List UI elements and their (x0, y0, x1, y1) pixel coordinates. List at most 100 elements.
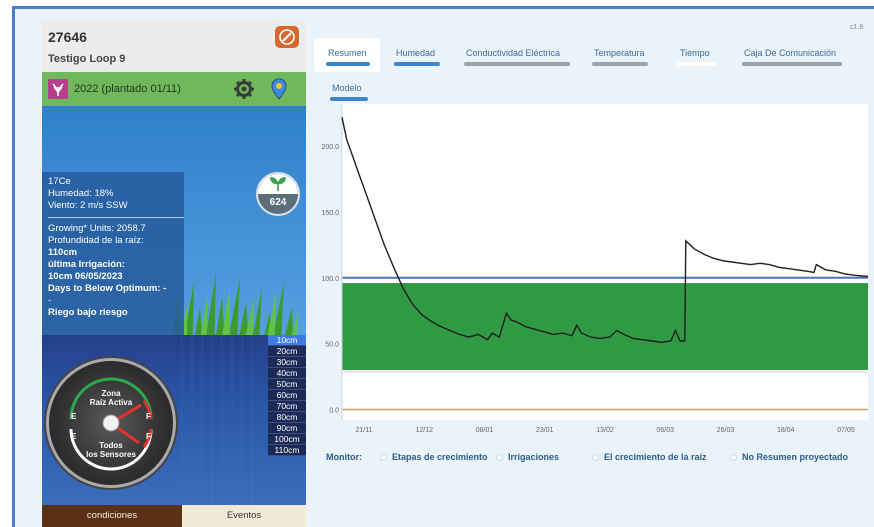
depth-option[interactable]: 100cm (268, 434, 306, 445)
root-depth-value: 110cm (48, 247, 78, 258)
depth-option[interactable]: 60cm (268, 390, 306, 401)
station-panel: 27646 Testigo Loop 9 2022 (plantado 01/1… (42, 20, 306, 527)
x-tick-label: 18/04 (777, 427, 795, 434)
x-tick-label: 12/12 (415, 427, 433, 434)
tab-underline (326, 62, 370, 66)
gauge-top-line2: Raíz Activa (90, 398, 133, 407)
monitor-toggle-label: No Resumen proyectado (742, 452, 849, 462)
tab-underline (394, 62, 440, 66)
humidity-text: Humedad: 18% (48, 188, 114, 199)
gauge-hub (102, 414, 120, 432)
y-tick-label: 150.0 (321, 210, 339, 217)
toggle-dot-icon (592, 454, 599, 461)
temperature-text: 17Ce (48, 176, 71, 187)
monitor-toggle[interactable]: Etapas de crecimiento (380, 452, 488, 462)
tab-underline (678, 62, 716, 66)
edit-button[interactable] (275, 26, 299, 48)
x-tick-label: 06/03 (656, 427, 674, 434)
tab-events[interactable]: Eventos (182, 505, 306, 527)
monitor-legend: Monitor: Etapas de crecimiento Irrigacion… (310, 452, 874, 468)
season-bar[interactable]: 2022 (plantado 01/11) (42, 72, 306, 106)
pencil-icon (279, 29, 295, 45)
optimal-band (342, 283, 868, 370)
leaf-icon (270, 177, 286, 191)
chart-panel: c1.8 Resumen Humedad Conductividad Eléctri… (310, 20, 874, 527)
depth-option[interactable]: 10cm (268, 335, 306, 346)
gauge-bottom-line2: los Sensores (86, 450, 136, 459)
gauge-f-bottom: F (146, 432, 151, 441)
location-pin-icon[interactable] (269, 77, 289, 101)
monitor-toggle[interactable]: El crecimiento de la raíz (592, 452, 707, 462)
depth-option[interactable]: 70cm (268, 401, 306, 412)
y-tick-label: 200.0 (321, 144, 339, 151)
y-tick-label: 100.0 (321, 276, 339, 283)
depth-option[interactable]: 90cm (268, 423, 306, 434)
station-id: 27646 (48, 29, 87, 45)
gdu-value: 624 (269, 197, 287, 208)
station-header: 27646 Testigo Loop 9 (42, 20, 306, 72)
tab-6[interactable]: Modelo (332, 83, 362, 93)
tab-3[interactable]: Temperatura (594, 48, 645, 58)
x-tick-label: 13/02 (596, 427, 614, 434)
crop-icon (48, 79, 68, 99)
y-tick-label: 50.0 (325, 342, 339, 349)
gauge-e-bottom: E (71, 432, 77, 441)
monitor-toggle[interactable]: Irrigaciones (496, 452, 559, 462)
monitor-label: Monitor: (326, 452, 362, 462)
depth-option[interactable]: 30cm (268, 357, 306, 368)
last-irrigation-value: 10cm 06/05/2023 (48, 271, 123, 282)
weather-divider (48, 217, 184, 218)
sky-scene: 17Ce Humedad: 18% Viento: 2 m/s SSW Grow… (42, 106, 306, 362)
monitor-toggle-label: El crecimiento de la raíz (604, 452, 707, 462)
tab-underline (330, 97, 368, 101)
gdu-badge[interactable]: 624 (256, 172, 300, 216)
tab-underline (592, 62, 648, 66)
x-tick-label: 21/11 (356, 427, 373, 434)
tab-underline (742, 62, 842, 66)
toggle-dot-icon (730, 454, 737, 461)
depth-option[interactable]: 40cm (268, 368, 306, 379)
monitor-toggle-label: Irrigaciones (508, 452, 560, 462)
gear-icon[interactable] (233, 78, 255, 100)
tab-5[interactable]: Caja De Comunicación (744, 48, 836, 58)
days-below-optimum-text: Days to Below Optimum: - (48, 283, 167, 294)
x-tick-label: 08/01 (476, 427, 494, 434)
x-tick-label: 07/05 (837, 427, 855, 434)
monitor-toggle[interactable]: No Resumen proyectado (730, 452, 848, 462)
depth-option[interactable]: 20cm (268, 346, 306, 357)
wind-text: Viento: 2 m/s SSW (48, 200, 128, 211)
monitor-toggle-label: Etapas de crecimiento (392, 452, 488, 462)
gauge-e-top: E (71, 412, 77, 421)
y-tick-label: 0.0 (329, 407, 339, 414)
cut-line-text: Riego bajo riesgo (48, 307, 128, 318)
x-tick-label: 23/01 (536, 427, 554, 434)
station-name: Testigo Loop 9 (48, 53, 126, 65)
plot-background (342, 104, 868, 420)
moisture-chart: 0.0 50.0 100.0 150.0 200.0 21/11 12/12 08/01 23/… (321, 104, 869, 434)
moisture-gauge[interactable]: Zona Raíz Activa Todos los Sensores E F … (46, 358, 176, 488)
depth-option[interactable]: 50cm (268, 379, 306, 390)
weather-panel: 17Ce Humedad: 18% Viento: 2 m/s SSW Grow… (42, 172, 184, 342)
corner-text: c1.8 (850, 24, 864, 31)
toggle-dot-icon (496, 454, 503, 461)
tab-2[interactable]: Conductividad Eléctrica (466, 48, 560, 58)
left-bottom-tabs: condiciones Eventos (42, 505, 306, 527)
gauge-f-top: F (146, 412, 151, 421)
season-label: 2022 (plantado 01/11) (74, 83, 181, 95)
extra-line-text: - (48, 295, 52, 306)
root-depth-label: Profundidad de la raíz: (48, 235, 144, 246)
tab-0[interactable]: Resumen (328, 48, 367, 58)
tab-conditions[interactable]: condiciones (42, 505, 182, 527)
gauge-bottom-line1: Todos (99, 441, 123, 450)
depth-option[interactable]: 80cm (268, 412, 306, 423)
last-irrigation-label: última Irrigación: (48, 259, 126, 270)
growing-units-text: Growing* Units: 2058.7 (48, 223, 146, 234)
x-tick-label: 26/03 (717, 427, 735, 434)
tab-underline (464, 62, 570, 66)
tab-4[interactable]: Tiempo (680, 48, 710, 58)
depth-selector: 10cm 20cm 30cm 40cm 50cm 60cm 70cm 80cm 90cm 100c… (268, 335, 306, 456)
depth-option[interactable]: 110cm (268, 445, 306, 456)
tab-1[interactable]: Humedad (396, 48, 435, 58)
gauge-top-line1: Zona (101, 389, 121, 398)
toggle-dot-icon (380, 454, 387, 461)
